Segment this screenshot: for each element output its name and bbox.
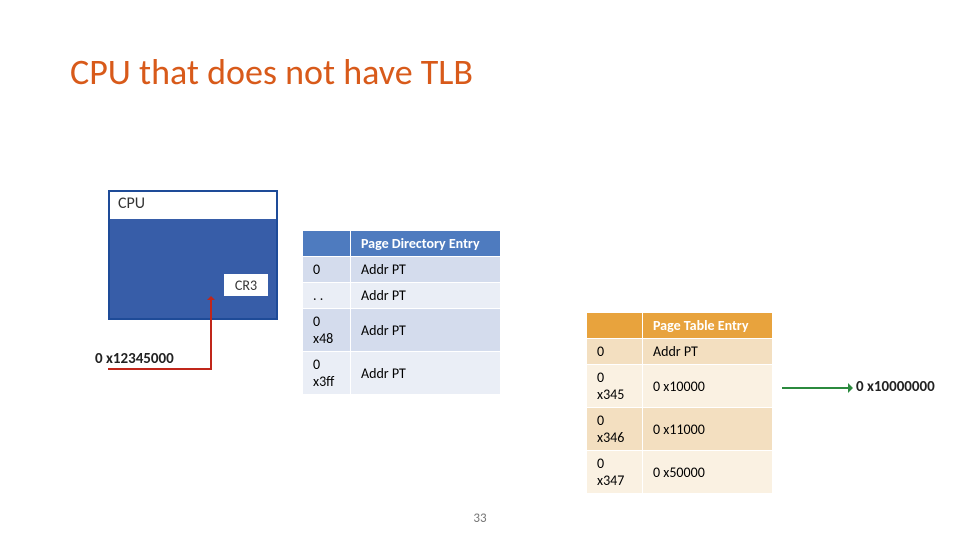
pde-val: Addr PT: [351, 283, 501, 309]
pde-val: Addr PT: [351, 352, 501, 395]
table-row: 0 x48Addr PT: [303, 309, 501, 352]
table-row: 0 x3470 x50000: [587, 451, 773, 494]
page-directory-table: Page Directory Entry 0Addr PT . .Addr PT…: [302, 230, 501, 395]
pde-idx: 0 x48: [303, 309, 351, 352]
table-row: 0Addr PT: [303, 257, 501, 283]
pde-header: Page Directory Entry: [351, 231, 501, 257]
pde-idx: 0: [303, 257, 351, 283]
slide-number: 33: [473, 511, 486, 526]
table-row: 0 x3460 x11000: [587, 408, 773, 451]
pte-idx: 0 x346: [587, 408, 643, 451]
pte-header-blank: [587, 313, 643, 339]
pde-val: Addr PT: [351, 257, 501, 283]
pde-header-blank: [303, 231, 351, 257]
table-row: 0Addr PT: [587, 339, 773, 365]
pde-val: Addr PT: [351, 309, 501, 352]
pte-idx: 0 x345: [587, 365, 643, 408]
pte-val: 0 x11000: [643, 408, 773, 451]
cr3-pointer-line: [210, 298, 212, 370]
pte-header: Page Table Entry: [643, 313, 773, 339]
physical-address-result: 0 x10000000: [856, 378, 935, 396]
cpu-box: CPU CR3: [108, 190, 278, 320]
table-row: . .Addr PT: [303, 283, 501, 309]
slide-title: CPU that does not have TLB: [70, 50, 473, 94]
page-table-entry-table: Page Table Entry 0Addr PT 0 x3450 x10000…: [586, 312, 773, 494]
cr3-value: 0 x12345000: [95, 350, 174, 368]
cr3-register: CR3: [224, 274, 268, 296]
pde-idx: 0 x3ff: [303, 352, 351, 395]
pte-val: 0 x50000: [643, 451, 773, 494]
table-row: 0 x3450 x10000: [587, 365, 773, 408]
cr3-horizontal-line: [108, 368, 212, 370]
pte-idx: 0: [587, 339, 643, 365]
cpu-label: CPU: [110, 192, 276, 219]
pte-val: Addr PT: [643, 339, 773, 365]
result-arrow: [782, 387, 850, 389]
pte-val: 0 x10000: [643, 365, 773, 408]
pte-idx: 0 x347: [587, 451, 643, 494]
pde-idx: . .: [303, 283, 351, 309]
table-row: 0 x3ffAddr PT: [303, 352, 501, 395]
